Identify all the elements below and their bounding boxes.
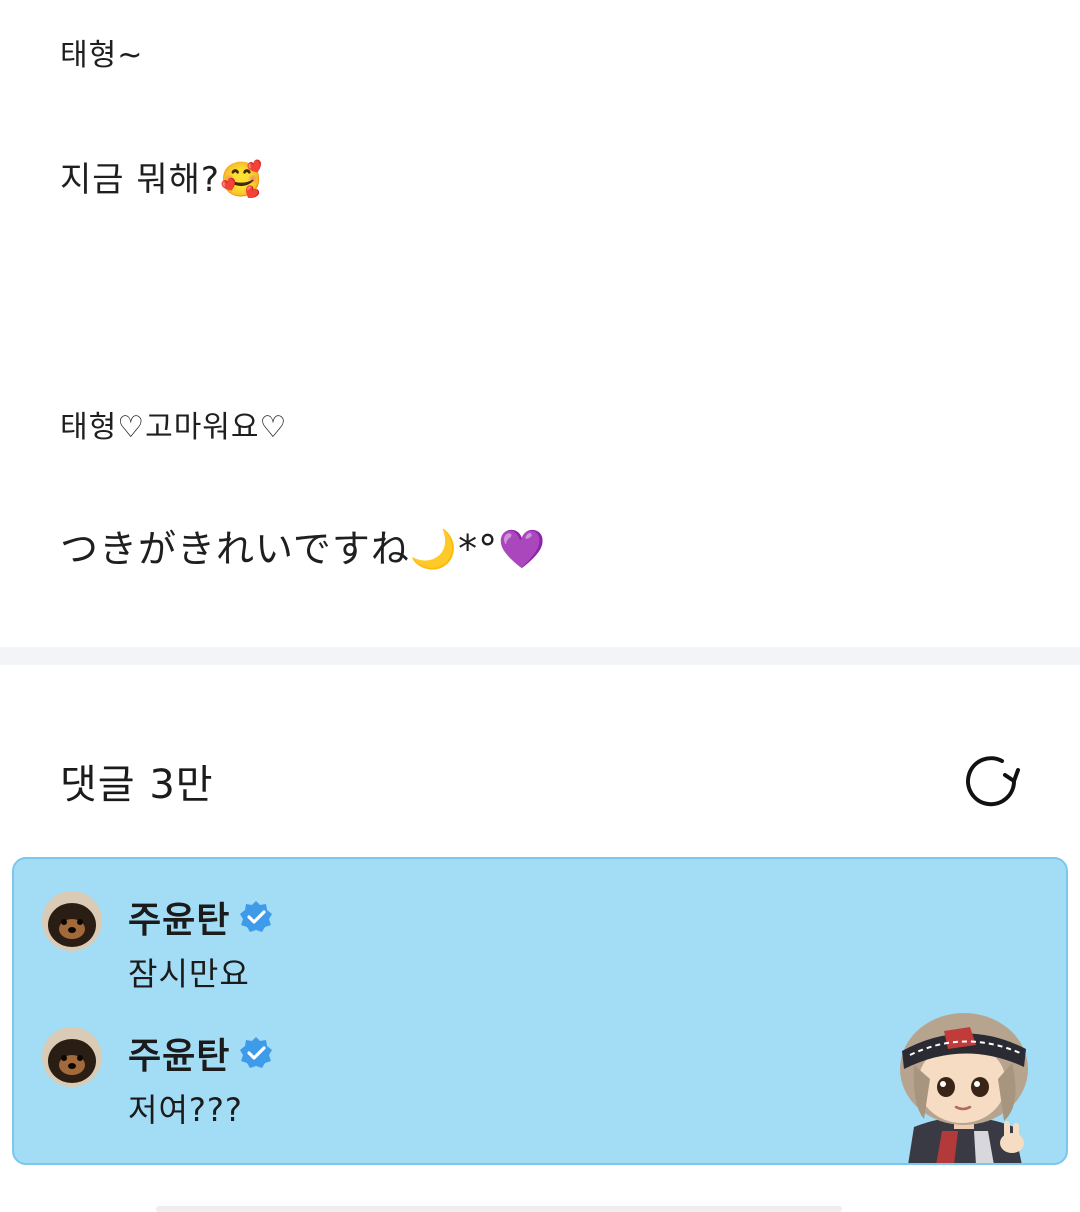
post-line-2: 지금 뭐해?🥰 [60,160,264,200]
comment-author: 주윤탄 [128,891,274,943]
comment-item[interactable]: 주윤탄 저여??? [42,1025,842,1135]
character-sticker [900,1013,1028,1163]
refresh-icon [966,756,1020,807]
comment-text: 저여??? [128,1091,243,1129]
comment-text: 잠시만요 [128,955,250,993]
post-body: 태형~ 지금 뭐해?🥰 태형♡고마워요♡ つきがきれいですね🌙*°💜 [0,0,1080,647]
section-divider [0,647,1080,665]
post-line-1: 태형~ [60,38,144,73]
verified-badge-icon [240,901,273,932]
avatar[interactable] [42,891,102,951]
bottom-input-bar[interactable] [156,1206,842,1212]
comment-author: 주윤탄 [128,1027,274,1079]
post-line-4: つきがきれいですね🌙*°💜 [60,527,547,571]
comment-preview-panel[interactable]: 주윤탄 잠시만요 주윤탄 저여??? [12,857,1068,1165]
post-line-3: 태형♡고마워요♡ [60,410,288,445]
verified-badge-icon [240,1037,273,1068]
comment-item[interactable]: 주윤탄 잠시만요 [42,889,842,999]
author-name[interactable]: 주윤탄 [128,891,230,943]
refresh-button[interactable] [958,748,1024,814]
comments-header: 댓글 3만 [60,762,214,808]
avatar[interactable] [42,1027,102,1087]
author-name[interactable]: 주윤탄 [128,1027,230,1079]
